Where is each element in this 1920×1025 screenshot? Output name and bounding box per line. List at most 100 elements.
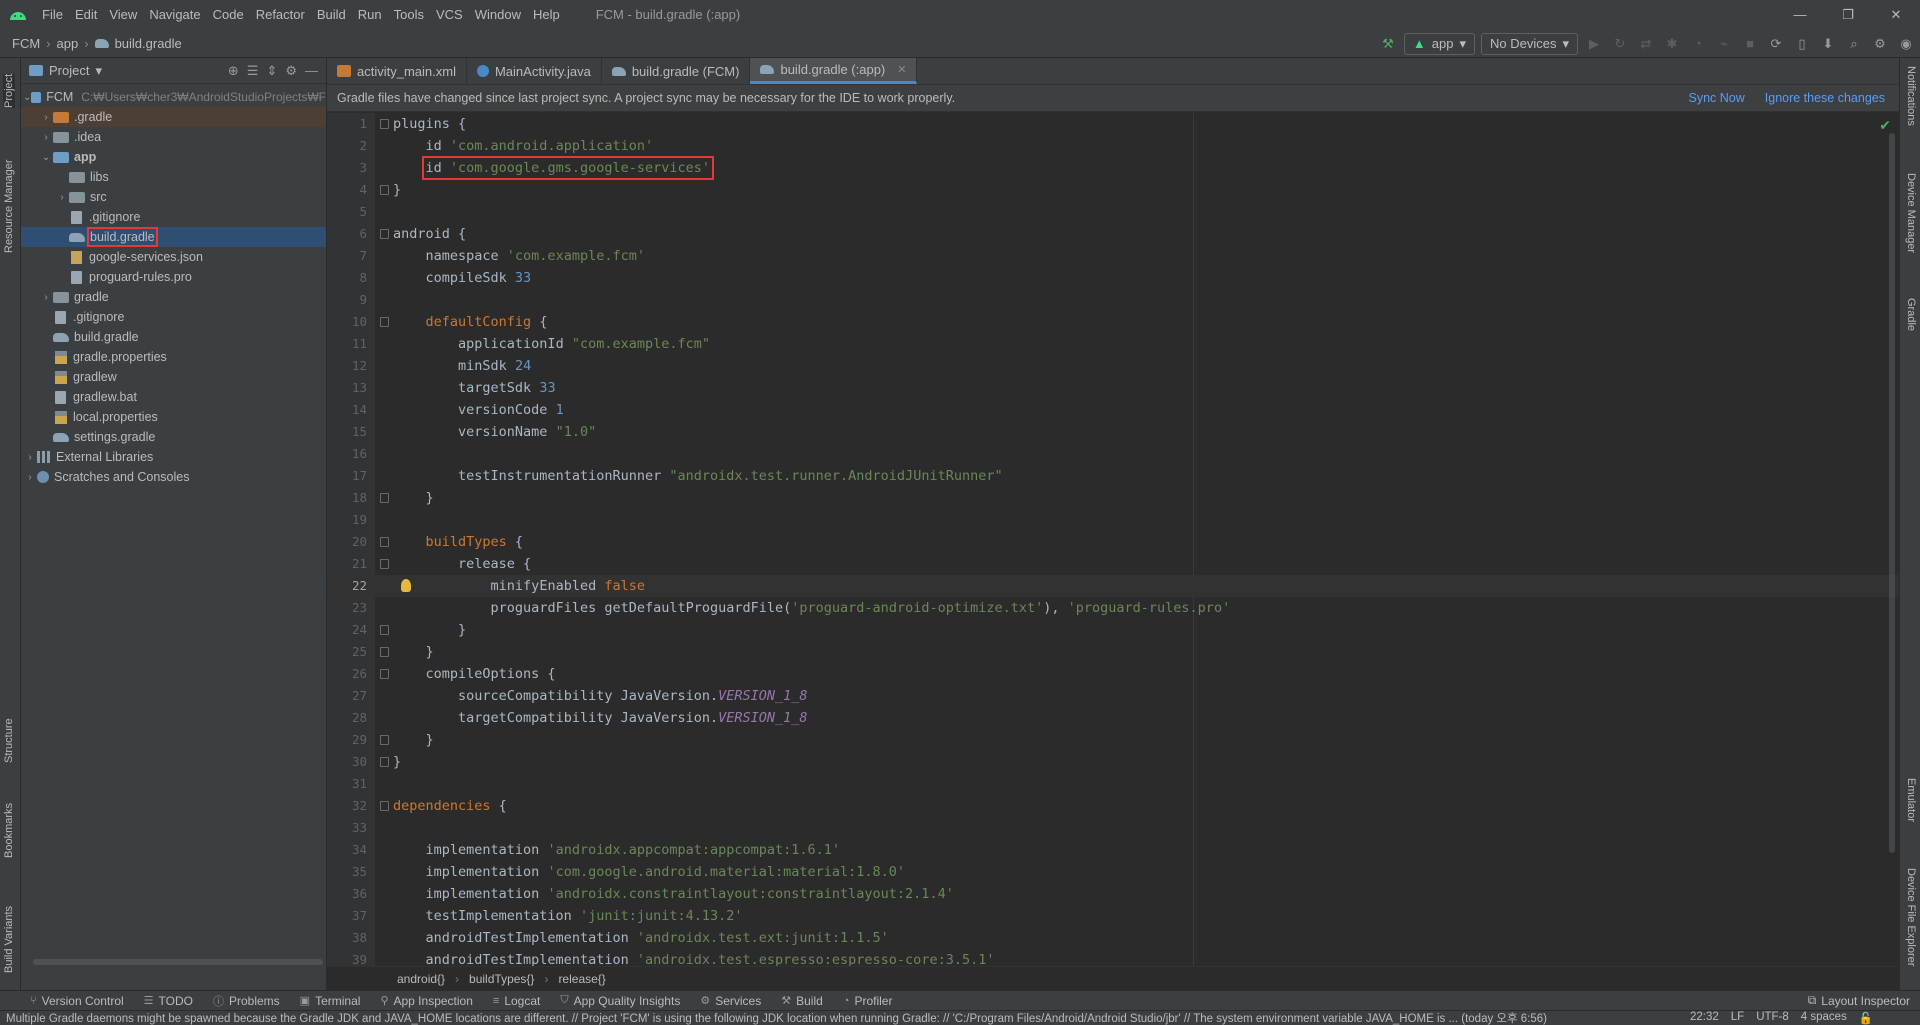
fold-icon[interactable] bbox=[380, 119, 389, 129]
tree-item-libs[interactable]: libs bbox=[21, 167, 326, 187]
code-line[interactable]: 38 androidTestImplementation 'androidx.t… bbox=[327, 927, 1899, 949]
gradle-tab[interactable]: Gradle bbox=[1905, 298, 1917, 331]
code-line[interactable]: 26 compileOptions { bbox=[327, 663, 1899, 685]
tree-item-gradlew-bat[interactable]: gradlew.bat bbox=[21, 387, 326, 407]
tab-build-gradle-app[interactable]: build.gradle (:app) ✕ bbox=[750, 58, 918, 84]
horizontal-scrollbar[interactable] bbox=[21, 956, 327, 966]
make-project-hammer-icon[interactable]: ⚒ bbox=[1378, 34, 1398, 54]
chevron-right-icon[interactable]: › bbox=[39, 112, 53, 123]
chevron-down-icon[interactable]: ⌄ bbox=[39, 152, 53, 163]
menu-navigate[interactable]: Navigate bbox=[143, 7, 206, 22]
tree-item-src[interactable]: › src bbox=[21, 187, 326, 207]
menu-code[interactable]: Code bbox=[207, 7, 250, 22]
chevron-right-icon[interactable]: › bbox=[55, 192, 69, 203]
code-line[interactable]: 19 bbox=[327, 509, 1899, 531]
attach-debugger-icon[interactable]: ⌁ bbox=[1714, 34, 1734, 54]
tab-activity-main-xml[interactable]: activity_main.xml bbox=[327, 58, 467, 84]
fold-icon[interactable] bbox=[380, 493, 389, 503]
code-line[interactable]: 2 id 'com.android.application' bbox=[327, 135, 1899, 157]
chevron-right-icon[interactable]: › bbox=[23, 452, 37, 463]
profiler-tab[interactable]: ◔ Profiler bbox=[833, 994, 903, 1008]
fold-icon[interactable] bbox=[380, 669, 389, 679]
device-manager-icon[interactable]: ▯ bbox=[1792, 34, 1812, 54]
code-line[interactable]: 27 sourceCompatibility JavaVersion.VERSI… bbox=[327, 685, 1899, 707]
menu-tools[interactable]: Tools bbox=[388, 7, 430, 22]
fold-icon[interactable] bbox=[380, 801, 389, 811]
tree-item-gradle-folder[interactable]: › gradle bbox=[21, 287, 326, 307]
indent-setting[interactable]: 4 spaces bbox=[1801, 1011, 1847, 1025]
tree-item-google-services[interactable]: google-services.json bbox=[21, 247, 326, 267]
layout-inspector-tab[interactable]: ⧉ Layout Inspector bbox=[1808, 993, 1920, 1008]
terminal-tab[interactable]: ▣ Terminal bbox=[290, 994, 371, 1008]
menu-view[interactable]: View bbox=[103, 7, 143, 22]
close-icon[interactable]: ✕ bbox=[897, 63, 906, 76]
breadcrumb-project[interactable]: FCM bbox=[12, 36, 40, 51]
chevron-down-icon[interactable]: ▾ bbox=[95, 63, 102, 79]
code-line[interactable]: 36 implementation 'androidx.constraintla… bbox=[327, 883, 1899, 905]
breadcrumb-release[interactable]: release{} bbox=[558, 972, 605, 986]
tree-item-root-build-gradle[interactable]: build.gradle bbox=[21, 327, 326, 347]
code-line[interactable]: 35 implementation 'com.google.android.ma… bbox=[327, 861, 1899, 883]
menu-help[interactable]: Help bbox=[527, 7, 566, 22]
tree-item-gradle-properties[interactable]: gradle.properties bbox=[21, 347, 326, 367]
code-line[interactable]: 20 buildTypes { bbox=[327, 531, 1899, 553]
menu-refactor[interactable]: Refactor bbox=[250, 7, 311, 22]
code-line[interactable]: 25 } bbox=[327, 641, 1899, 663]
tree-item-root-gitignore[interactable]: .gitignore bbox=[21, 307, 326, 327]
select-opened-file-icon[interactable]: ⊕ bbox=[228, 63, 239, 79]
fold-icon[interactable] bbox=[380, 185, 389, 195]
device-select[interactable]: No Devices ▾ bbox=[1481, 32, 1578, 55]
tree-item-local-properties[interactable]: local.properties bbox=[21, 407, 326, 427]
fold-icon[interactable] bbox=[380, 229, 389, 239]
updates-icon[interactable]: ◉ bbox=[1896, 34, 1916, 54]
app-quality-insights-tab[interactable]: ⛉ App Quality Insights bbox=[550, 994, 690, 1008]
fold-icon[interactable] bbox=[380, 537, 389, 547]
project-tool-tab[interactable]: Project bbox=[3, 73, 15, 108]
code-line[interactable]: 23 proguardFiles getDefaultProguardFile(… bbox=[327, 597, 1899, 619]
apply-changes-icon[interactable]: ↻ bbox=[1610, 34, 1630, 54]
file-encoding[interactable]: UTF-8 bbox=[1756, 1011, 1789, 1025]
code-line[interactable]: 37 testImplementation 'junit:junit:4.13.… bbox=[327, 905, 1899, 927]
app-inspection-tab[interactable]: ⚲ App Inspection bbox=[370, 994, 482, 1008]
code-line[interactable]: 16 bbox=[327, 443, 1899, 465]
tab-main-activity-java[interactable]: MainActivity.java bbox=[467, 58, 602, 84]
fold-icon[interactable] bbox=[380, 735, 389, 745]
code-line[interactable]: 24 } bbox=[327, 619, 1899, 641]
minimize-button[interactable]: — bbox=[1776, 0, 1824, 29]
code-line[interactable]: 29 } bbox=[327, 729, 1899, 751]
line-separator[interactable]: LF bbox=[1731, 1011, 1744, 1025]
tree-item-idea[interactable]: › .idea bbox=[21, 127, 326, 147]
search-icon[interactable]: ⌕ bbox=[1844, 34, 1864, 54]
tab-build-gradle-fcm[interactable]: build.gradle (FCM) bbox=[602, 58, 751, 84]
chevron-right-icon[interactable]: › bbox=[39, 292, 53, 303]
menu-file[interactable]: File bbox=[36, 7, 69, 22]
lock-icon[interactable]: 🔓 bbox=[1859, 1011, 1873, 1025]
code-line[interactable]: 31 bbox=[327, 773, 1899, 795]
build-variants-tab[interactable]: Build Variants bbox=[3, 906, 15, 973]
expand-all-icon[interactable]: ☰ bbox=[247, 63, 259, 79]
problems-tab[interactable]: ⓘ Problems bbox=[203, 993, 290, 1009]
menu-edit[interactable]: Edit bbox=[69, 7, 103, 22]
device-manager-tab[interactable]: Device Manager bbox=[1905, 173, 1917, 253]
profile-icon[interactable]: ◔ bbox=[1688, 34, 1708, 54]
gear-icon[interactable]: ⚙ bbox=[285, 63, 297, 79]
code-line[interactable]: 34 implementation 'androidx.appcompat:ap… bbox=[327, 839, 1899, 861]
fold-icon[interactable] bbox=[380, 625, 389, 635]
code-line[interactable]: 33 bbox=[327, 817, 1899, 839]
collapse-all-icon[interactable]: ⇕ bbox=[266, 63, 277, 79]
caret-position[interactable]: 22:32 bbox=[1690, 1011, 1719, 1025]
todo-tab[interactable]: ☰ TODO bbox=[134, 994, 203, 1008]
sdk-manager-icon[interactable]: ⬇ bbox=[1818, 34, 1838, 54]
ignore-changes-link[interactable]: Ignore these changes bbox=[1765, 91, 1885, 105]
resource-manager-tab[interactable]: Resource Manager bbox=[3, 159, 15, 253]
menu-vcs[interactable]: VCS bbox=[430, 7, 469, 22]
gear-icon[interactable]: ⚙ bbox=[1870, 34, 1890, 54]
device-file-explorer-tab[interactable]: Device File Explorer bbox=[1905, 868, 1917, 966]
run-configuration-select[interactable]: ▲ app ▾ bbox=[1403, 32, 1475, 55]
code-line[interactable]: 17 testInstrumentationRunner "androidx.t… bbox=[327, 465, 1899, 487]
bookmarks-tab[interactable]: Bookmarks bbox=[3, 803, 15, 858]
sync-now-link[interactable]: Sync Now bbox=[1688, 91, 1744, 105]
code-line[interactable]: 18 } bbox=[327, 487, 1899, 509]
code-line[interactable]: 13 targetSdk 33 bbox=[327, 377, 1899, 399]
code-line[interactable]: 39 androidTestImplementation 'androidx.t… bbox=[327, 949, 1899, 966]
